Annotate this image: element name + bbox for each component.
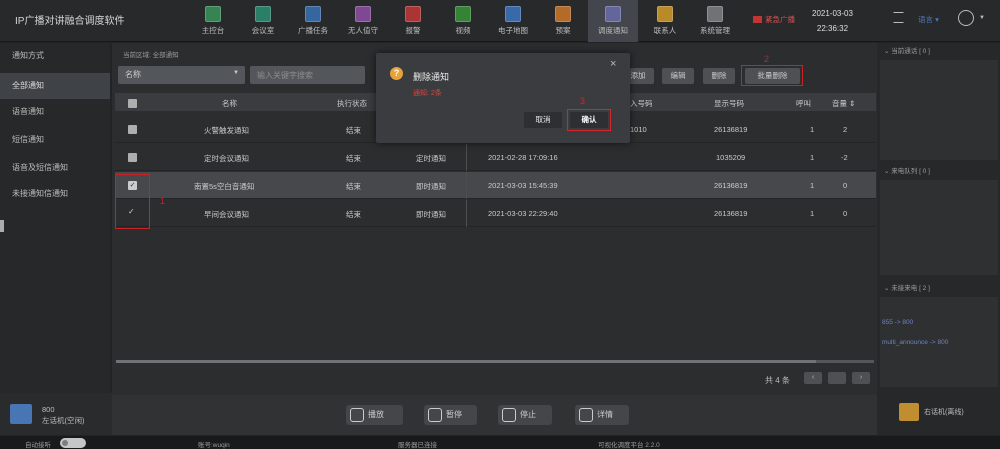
warning-icon: ?	[390, 67, 403, 80]
step-label-3: 3	[580, 96, 586, 106]
highlight-box-confirm	[567, 109, 611, 131]
close-icon[interactable]: ×	[610, 58, 616, 70]
dialog-message: 通知: 2条	[413, 90, 442, 97]
dialog-title: 删除通知	[413, 72, 450, 82]
cancel-button[interactable]: 取消	[524, 112, 562, 128]
